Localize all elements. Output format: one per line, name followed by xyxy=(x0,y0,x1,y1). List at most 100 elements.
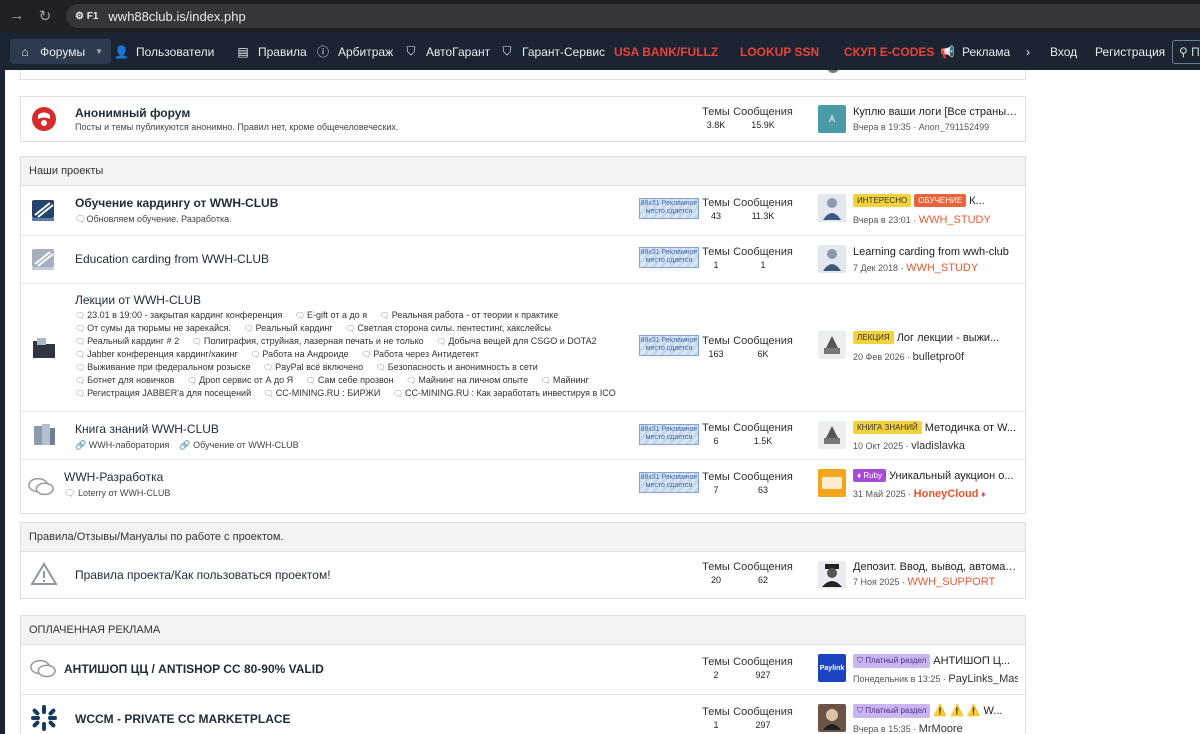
forum-row: Обучение кардингу от WWH-CLUB 🗨Обновляем… xyxy=(21,186,1025,235)
forum-title[interactable]: Education carding from WWH-CLUB xyxy=(75,252,269,266)
subforum-link[interactable]: Реальный кардинг # 2 xyxy=(75,336,179,346)
subforum-link[interactable]: CC-MINING.RU : Как заработать инвестируя… xyxy=(393,388,616,398)
subforum-link[interactable]: Ботнет для новичков xyxy=(75,375,174,385)
ad-banner[interactable]: 88x31 Рекламное место сдается xyxy=(639,198,699,219)
subforum-link[interactable]: Светлая сторона силы. пентестинг, хаксле… xyxy=(345,323,551,333)
nav-arbitrage[interactable]: ⓘ Арбитраж xyxy=(316,39,393,64)
last-post-title[interactable]: ♦ Ruby Уникальный аукцион о... xyxy=(853,469,1018,482)
last-post-title[interactable]: Learning carding from wwh-club xyxy=(853,246,1018,258)
address-bar[interactable]: ⚙ F1 wwh88club.is/index.php xyxy=(66,4,1200,28)
ad-banner[interactable]: 88x31 Рекламное место сдается xyxy=(639,335,699,356)
chevron-down-icon[interactable]: ▼ xyxy=(95,47,103,56)
chevron-right-icon[interactable]: › xyxy=(1026,45,1030,59)
search-input[interactable]: ⚲ П xyxy=(1172,40,1200,64)
url-text[interactable]: wwh88club.is/index.php xyxy=(108,9,245,24)
nav-rules[interactable]: ▤ Правила xyxy=(236,39,306,64)
avatar[interactable] xyxy=(818,194,846,222)
last-post-user[interactable]: HoneyCloud xyxy=(914,488,979,500)
main-content: Анонимный форум Посты и темы публикуются… xyxy=(5,70,1200,734)
subforum-link[interactable]: CC-MINING.RU : БИРЖИ xyxy=(264,388,381,398)
ad-banner[interactable]: 88x31 Рекламное место сдается xyxy=(639,472,699,493)
forum-title[interactable]: WCCM - PRIVATE CC MARKETPLACE xyxy=(75,712,291,726)
subforum-link[interactable]: От сумы да тюрьмы не зарекайся. xyxy=(75,323,231,333)
category-header[interactable]: Правила/Отзывы/Мануалы по работе с проек… xyxy=(21,523,1025,552)
subforum-link[interactable]: Jabber конференция кардинг/хакинг xyxy=(75,349,238,359)
last-post-user[interactable]: Anon_791152499 xyxy=(919,122,989,132)
forum-title[interactable]: АНТИШОП ЦЦ / ANTISHOP CC 80-90% VALID xyxy=(64,662,324,676)
last-post-user[interactable]: WWH_STUDY xyxy=(919,214,991,226)
category-header[interactable]: ОПЛАЧЕННАЯ РЕКЛАМА xyxy=(21,616,1025,645)
category-header[interactable]: Наши проекты xyxy=(21,157,1025,186)
subforum-link[interactable]: Майнинг на личном опыте xyxy=(406,375,528,385)
avatar[interactable] xyxy=(818,561,846,589)
nav-users[interactable]: 👤 Пользователи xyxy=(114,39,214,64)
subforum-link[interactable]: WWH-лаборатория xyxy=(89,440,170,450)
chat-bubbles-icon xyxy=(27,473,55,501)
last-post-meta: Вчера в 15:35 · MrMoore xyxy=(853,723,963,734)
last-post-title[interactable]: Депозит. Ввод, вывод, автомат... xyxy=(853,561,1018,573)
avatar[interactable]: Paylink xyxy=(818,654,846,682)
forward-icon[interactable]: → xyxy=(8,7,26,24)
forum-title[interactable]: Анонимный форум xyxy=(75,106,190,120)
avatar[interactable]: A xyxy=(818,105,846,133)
last-post-title[interactable]: ИНТЕРЕСНО ОБУЧЕНИЕ К... xyxy=(853,194,1018,207)
subforum-link[interactable]: Обучение от WWH-CLUB xyxy=(193,440,299,450)
forum-title[interactable]: Книга знаний WWH-CLUB xyxy=(75,422,219,436)
nav-autogarant[interactable]: ⛉ АвтоГарант xyxy=(404,39,490,64)
nav-forums[interactable]: ⌂ Форумы ▼ xyxy=(10,39,111,64)
subforum-link[interactable]: Работа через Антидетект xyxy=(361,349,479,359)
last-post-user[interactable]: MrMoore xyxy=(919,723,963,734)
login-link[interactable]: Вход xyxy=(1050,39,1077,64)
ad-banner[interactable]: 88x31 Рекламное место сдается xyxy=(639,424,699,445)
subforum-link[interactable]: Полиграфия, струйная, лазерная печать и … xyxy=(192,336,424,346)
last-post-user[interactable]: vladislavka xyxy=(911,440,965,452)
last-post-meta: Понедельник в 13:25 · PayLinks_Master xyxy=(853,673,1018,685)
shield-icon: ⛉ xyxy=(406,44,416,58)
subforum-link[interactable]: Майнинг xyxy=(541,375,589,385)
forum-title[interactable]: WWH-Разработка xyxy=(64,470,163,484)
avatar[interactable] xyxy=(818,469,846,497)
register-link[interactable]: Регистрация xyxy=(1095,39,1165,64)
avatar[interactable] xyxy=(818,704,846,732)
last-post-meta: 31 Май 2025 · HoneyCloud ♦ xyxy=(853,488,986,500)
nav-lookup-ssn[interactable]: LOOKUP SSN xyxy=(740,39,819,64)
subforum-link[interactable]: Безопасность и анонимность в сети xyxy=(376,362,538,372)
forum-title[interactable]: Правила проекта/Как пользоваться проекто… xyxy=(75,568,331,582)
last-post-user[interactable]: WWH_SUPPORT xyxy=(907,576,995,588)
subforum-link[interactable]: 23.01 в 19:00 - закрытая кардинг конфере… xyxy=(75,310,282,320)
subforum-link[interactable]: Реальная работа - от теории к практике xyxy=(380,310,559,320)
subforum-link[interactable]: Регистрация JABBER'a для посещений xyxy=(75,388,251,398)
last-post-title[interactable]: Куплю ваши логи [Все страны] ... xyxy=(853,106,1018,118)
nav-garant-service[interactable]: ⛉ Гарант-Сервис xyxy=(500,39,605,64)
anon-forum-block: Анонимный форум Посты и темы публикуются… xyxy=(20,96,1026,142)
last-post-title[interactable]: КНИГА ЗНАНИЙ Методичка от W... xyxy=(853,421,1018,434)
avatar[interactable] xyxy=(818,331,846,359)
nav-scroll-right[interactable]: › xyxy=(1026,39,1030,64)
subforum-link[interactable]: Добыча вещей для CSGO и DOTA2 xyxy=(436,336,596,346)
subforum-link[interactable]: Работа на Андроиде xyxy=(250,349,348,359)
subforum-link[interactable]: Выживание при федеральном розыске xyxy=(75,362,250,372)
subforum-link[interactable]: PayPal всё включено xyxy=(263,362,363,372)
subforum-link[interactable]: Сам себе прозвон xyxy=(306,375,394,385)
last-post-user[interactable]: WWH_STUDY xyxy=(906,262,978,274)
subforum-link[interactable]: 🗨 Loterry от WWH-CLUB xyxy=(64,488,170,499)
nav-skup-ecodes[interactable]: СКУП E-CODES xyxy=(844,39,934,64)
nav-ads[interactable]: 📢 Реклама xyxy=(940,39,1010,64)
avatar[interactable] xyxy=(818,421,846,449)
forum-title[interactable]: Лекции от WWH-CLUB xyxy=(75,293,201,307)
forum-title[interactable]: Обучение кардингу от WWH-CLUB xyxy=(75,196,278,210)
subforum-link[interactable]: E-gift от а до я xyxy=(295,310,367,320)
subforum-link[interactable]: Дроп сервис от А до Я xyxy=(187,375,293,385)
last-post-title[interactable]: ⛉ Платный раздел АНТИШОП Ц... xyxy=(853,654,1018,668)
site-info-icon[interactable]: ⚙ F1 xyxy=(75,11,98,22)
subforum-link[interactable]: 🗨Обновляем обучение. Разработка. xyxy=(75,214,232,225)
ad-banner[interactable]: 88x31 Рекламное место сдается xyxy=(639,247,699,268)
nav-usa-bank[interactable]: USA BANK/FULLZ xyxy=(614,39,718,64)
last-post-title[interactable]: ⛉ Платный раздел ⚠️ ⚠️ ⚠️ W... xyxy=(853,704,1018,718)
subforum-link[interactable]: Реальный кардинг xyxy=(244,323,333,333)
reload-icon[interactable]: ↻ xyxy=(36,7,54,25)
last-post-user[interactable]: bulletpro0f xyxy=(913,351,964,363)
avatar[interactable] xyxy=(818,245,846,273)
last-post-title[interactable]: ЛЕКЦИЯ Лог лекции - выжи... xyxy=(853,331,1018,344)
last-post-user[interactable]: PayLinks_Master xyxy=(948,673,1018,685)
